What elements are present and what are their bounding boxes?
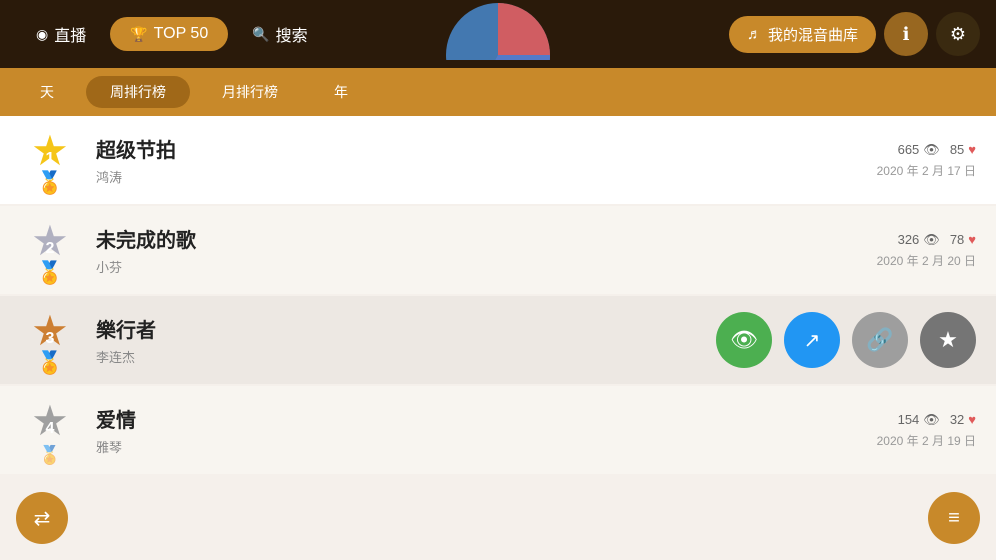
- rank-number-4: 4: [46, 420, 55, 438]
- settings-button[interactable]: ⚙: [936, 12, 980, 56]
- heart-icon-4: ♥: [968, 412, 976, 427]
- tab-live[interactable]: ◉ 直播: [16, 14, 106, 54]
- rank-item-4[interactable]: ★ 4 🏅 爱情 雅琴 154 👁 32 ♥: [0, 386, 996, 474]
- view-count-4: 154 👁: [898, 412, 940, 428]
- top-nav: ◉ 直播 🏆 TOP 50 🔍 搜索 ♬ 我的混音曲库 ℹ ⚙: [0, 0, 996, 68]
- rank-item-3[interactable]: ★ 3 🏅 樂行者 李连杰 👁 ↗ 🔗 ★: [0, 296, 996, 384]
- rank-stats-1: 665 👁 85 ♥ 2020 年 2 月 17 日: [877, 142, 976, 179]
- rank-info-4: 爱情 雅琴: [96, 404, 877, 456]
- like-count-2: 78 ♥: [950, 232, 976, 247]
- info-button[interactable]: ℹ: [884, 12, 928, 56]
- search-icon: 🔍: [252, 26, 269, 43]
- rank-info-1: 超级节拍 鸿涛: [96, 134, 877, 186]
- sub-tab-month[interactable]: 月排行榜: [198, 76, 302, 108]
- share-icon: ↗: [804, 328, 821, 353]
- rankings-list: ★ 1 🏅 超级节拍 鸿涛 665 👁 85 ♥: [0, 116, 996, 560]
- playlist-button[interactable]: ≡: [928, 492, 980, 544]
- laurel-icon-3: 🏅: [36, 352, 63, 374]
- app-container: ◉ 直播 🏆 TOP 50 🔍 搜索 ♬ 我的混音曲库 ℹ ⚙ 天: [0, 0, 996, 560]
- rank-info-3: 樂行者 李连杰: [96, 314, 700, 366]
- shuffle-button[interactable]: ⇄: [16, 492, 68, 544]
- rank-stats-4: 154 👁 32 ♥ 2020 年 2 月 19 日: [877, 412, 976, 449]
- action-favorite-button[interactable]: ★: [920, 312, 976, 368]
- rank-artist-2: 小芬: [96, 257, 877, 276]
- rank-date-4: 2020 年 2 月 19 日: [877, 432, 976, 449]
- rank-badge-1: ★ 1 🏅: [20, 130, 80, 190]
- action-view-button[interactable]: 👁: [716, 312, 772, 368]
- rank-badge-2: ★ 2 🏅: [20, 220, 80, 280]
- action-link-button[interactable]: 🔗: [852, 312, 908, 368]
- sub-tab-year[interactable]: 年: [310, 76, 372, 108]
- playlist-icon: ≡: [948, 507, 960, 530]
- rank-artist-4: 雅琴: [96, 437, 877, 456]
- rank-title-2: 未完成的歌: [96, 224, 877, 253]
- tab-search[interactable]: 🔍 搜索: [232, 14, 327, 54]
- rank-number-1: 1: [46, 150, 55, 168]
- heart-icon-1: ♥: [968, 142, 976, 157]
- nav-right: ♬ 我的混音曲库 ℹ ⚙: [729, 12, 980, 56]
- sub-tabs-bar: 天 周排行榜 月排行榜 年: [0, 68, 996, 116]
- like-count-1: 85 ♥: [950, 142, 976, 157]
- trophy-icon: 🏆: [130, 26, 147, 43]
- heart-icon-2: ♥: [968, 232, 976, 247]
- eye-action-icon: 👁: [730, 327, 758, 353]
- laurel-icon-4: 🏅: [39, 446, 61, 464]
- rank-number-2: 2: [46, 240, 55, 258]
- sub-tab-week[interactable]: 周排行榜: [86, 76, 190, 108]
- rank-badge-3: ★ 3 🏅: [20, 310, 80, 370]
- rank-date-2: 2020 年 2 月 20 日: [877, 252, 976, 269]
- rank-number-3: 3: [46, 330, 55, 348]
- rank-item-1[interactable]: ★ 1 🏅 超级节拍 鸿涛 665 👁 85 ♥: [0, 116, 996, 204]
- rank-item-2[interactable]: ★ 2 🏅 未完成的歌 小芬 326 👁 78 ♥: [0, 206, 996, 294]
- like-count-4: 32 ♥: [950, 412, 976, 427]
- live-icon: ◉: [36, 26, 48, 43]
- tab-top50[interactable]: 🏆 TOP 50: [110, 17, 228, 51]
- laurel-icon-2: 🏅: [36, 262, 63, 284]
- rank-date-1: 2020 年 2 月 17 日: [877, 162, 976, 179]
- rank-artist-1: 鸿涛: [96, 167, 877, 186]
- shuffle-icon: ⇄: [34, 506, 51, 531]
- star-action-icon: ★: [938, 327, 958, 353]
- music-note-icon: ♬: [747, 26, 762, 43]
- rank-artist-3: 李连杰: [96, 347, 700, 366]
- action-share-button[interactable]: ↗: [784, 312, 840, 368]
- rank-info-2: 未完成的歌 小芬: [96, 224, 877, 276]
- rank-badge-4: ★ 4 🏅: [20, 400, 80, 460]
- eye-icon-2: 👁: [923, 232, 940, 248]
- my-mix-button[interactable]: ♬ 我的混音曲库: [729, 16, 876, 53]
- laurel-icon-1: 🏅: [36, 172, 63, 194]
- view-count-1: 665 👁: [898, 142, 940, 158]
- rank-title-1: 超级节拍: [96, 134, 877, 163]
- sub-tab-day[interactable]: 天: [16, 76, 78, 108]
- eye-icon-1: 👁: [923, 142, 940, 158]
- rank-title-4: 爱情: [96, 404, 877, 433]
- action-buttons-3: 👁 ↗ 🔗 ★: [716, 312, 976, 368]
- rank-stats-2: 326 👁 78 ♥ 2020 年 2 月 20 日: [877, 232, 976, 269]
- pie-chart-decoration: [443, 0, 553, 60]
- view-count-2: 326 👁: [898, 232, 940, 248]
- link-icon: 🔗: [866, 327, 893, 353]
- eye-icon-4: 👁: [923, 412, 940, 428]
- rank-title-3: 樂行者: [96, 314, 700, 343]
